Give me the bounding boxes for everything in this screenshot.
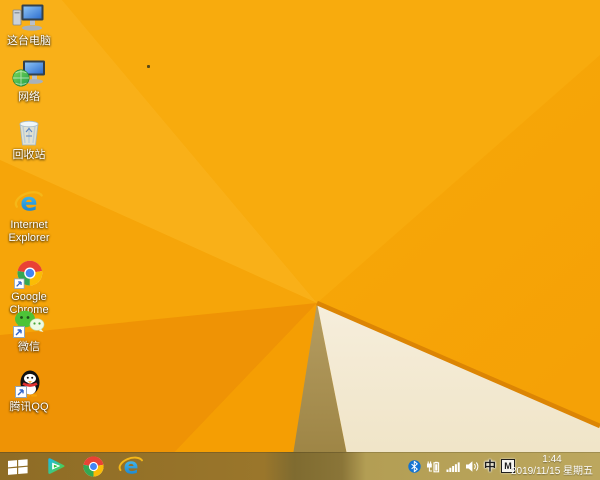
desktop-icon-label: 腾讯QQ: [9, 401, 48, 414]
wallpaper: [0, 0, 600, 480]
desktop-icon-label: Internet Explorer: [1, 219, 57, 245]
power-tray-button[interactable]: [426, 460, 441, 473]
tencent-qq-icon: [9, 369, 49, 399]
battery-power-icon: [426, 460, 441, 473]
tencent-video-icon: [44, 455, 67, 478]
recycle-bin-icon: [9, 117, 49, 147]
desktop-icon-wechat[interactable]: 微信: [0, 309, 58, 354]
internet-explorer-icon: [118, 453, 144, 479]
google-chrome-icon: [82, 455, 105, 478]
clock-time: 1:44: [506, 454, 598, 466]
volume-tray-button[interactable]: [465, 460, 479, 473]
network-signal-icon: [446, 460, 460, 473]
taskbar-item-tencent-video[interactable]: [36, 452, 74, 480]
desktop-icon-label: 微信: [18, 341, 40, 354]
taskbar: 中 M 1:44 2019/11/15 星期五: [0, 452, 600, 480]
desktop-icon-label: 这台电脑: [7, 35, 51, 48]
wallpaper-speck: [147, 65, 150, 68]
desktop-icon-label: 网络: [18, 91, 40, 104]
desktop-icon-network[interactable]: 网络: [0, 59, 58, 104]
volume-icon: [465, 460, 479, 473]
clock-date: 2019/11/15 星期五: [506, 466, 598, 478]
wechat-icon: [9, 309, 49, 339]
taskbar-item-internet-explorer[interactable]: [112, 452, 150, 480]
start-button[interactable]: [0, 452, 36, 480]
ime-language-indicator[interactable]: 中: [484, 460, 496, 472]
desktop-icon-tencent-qq[interactable]: 腾讯QQ: [0, 369, 58, 414]
desktop-icon-recycle-bin[interactable]: 回收站: [0, 117, 58, 162]
bluetooth-icon: [408, 460, 421, 473]
network-icon: [9, 59, 49, 89]
bluetooth-tray-button[interactable]: [408, 460, 421, 473]
desktop-icon-this-pc[interactable]: 这台电脑: [0, 3, 58, 48]
taskbar-clock[interactable]: 1:44 2019/11/15 星期五: [506, 454, 598, 478]
taskbar-item-google-chrome[interactable]: [74, 452, 112, 480]
desktop-icon-label: 回收站: [13, 149, 46, 162]
desktop-icon-internet-explorer[interactable]: Internet Explorer: [0, 187, 58, 245]
google-chrome-icon: [9, 259, 49, 289]
system-tray: 中 M: [408, 452, 515, 480]
desktop: e 这台电脑: [0, 0, 600, 480]
network-tray-button[interactable]: [446, 460, 460, 473]
windows-logo-icon: [7, 458, 29, 475]
this-pc-icon: [9, 3, 49, 33]
internet-explorer-icon: [9, 187, 49, 217]
